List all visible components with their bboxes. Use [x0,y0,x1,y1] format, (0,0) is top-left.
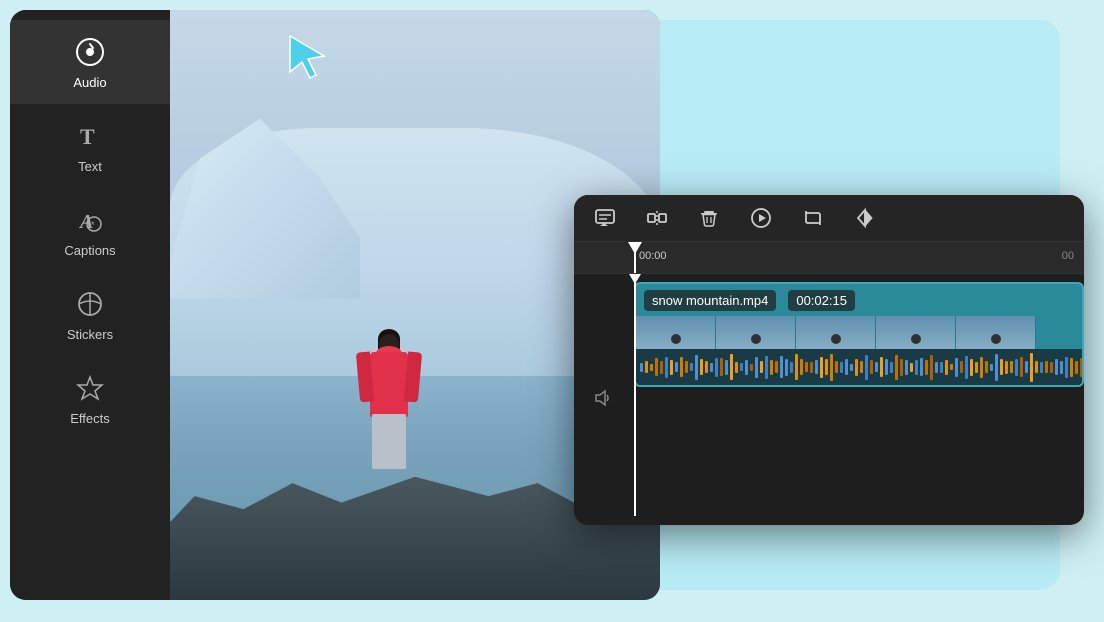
sidebar-item-captions[interactable]: A * Captions [10,188,170,272]
sidebar-item-stickers[interactable]: Stickers [10,272,170,356]
timeline-playhead [634,274,636,516]
person-pants [372,414,406,469]
timeline-tracks: snow mountain.mp4 00:02:15 [629,274,1084,516]
volume-icon[interactable] [592,388,612,413]
sidebar-item-audio[interactable]: Audio [10,20,170,104]
person-jacket [370,352,408,417]
flip-icon[interactable] [854,207,876,229]
effects-icon [72,370,108,406]
timeline-ruler: 00:00 00 [574,242,1084,274]
sidebar-text-label: Text [78,159,102,174]
subtitle-icon[interactable] [594,207,616,229]
track-filename: snow mountain.mp4 [644,290,776,311]
split-icon[interactable] [646,207,668,229]
app-container: Audio T Text A * Captions [10,10,660,600]
person-figure [356,334,421,494]
timecode-start: 00:00 [639,250,667,262]
track-duration: 00:02:15 [788,290,855,311]
crop-icon[interactable] [802,207,824,229]
audio-waveform [636,349,1082,385]
thumb-bg [956,316,1035,352]
audio-icon [72,34,108,70]
svg-text:*: * [91,220,95,230]
sidebar: Audio T Text A * Captions [10,10,170,600]
timecode-end: 00 [1062,250,1074,262]
thumb-bg [876,316,955,352]
timeline-panel: 00:00 00 snow mountain.mp4 00:02:15 [574,195,1084,525]
sidebar-effects-label: Effects [70,411,110,426]
svg-text:T: T [80,124,95,149]
video-track[interactable]: snow mountain.mp4 00:02:15 [634,282,1084,387]
sidebar-item-effects[interactable]: Effects [10,356,170,440]
thumb-bg [716,316,795,352]
timeline-toolbar [574,195,1084,242]
stickers-icon [72,286,108,322]
thumb-bg [636,316,715,352]
sidebar-audio-label: Audio [73,75,106,90]
text-icon: T [72,118,108,154]
track-header: snow mountain.mp4 00:02:15 [644,290,855,311]
timeline-content: snow mountain.mp4 00:02:15 [574,274,1084,516]
delete-icon[interactable] [698,207,720,229]
sidebar-stickers-label: Stickers [67,327,113,342]
timeline-left-panel [574,274,629,516]
thumb-bg [796,316,875,352]
captions-icon: A * [72,202,108,238]
sidebar-captions-label: Captions [64,243,115,258]
sidebar-item-text[interactable]: T Text [10,104,170,188]
play-icon[interactable] [750,207,772,229]
